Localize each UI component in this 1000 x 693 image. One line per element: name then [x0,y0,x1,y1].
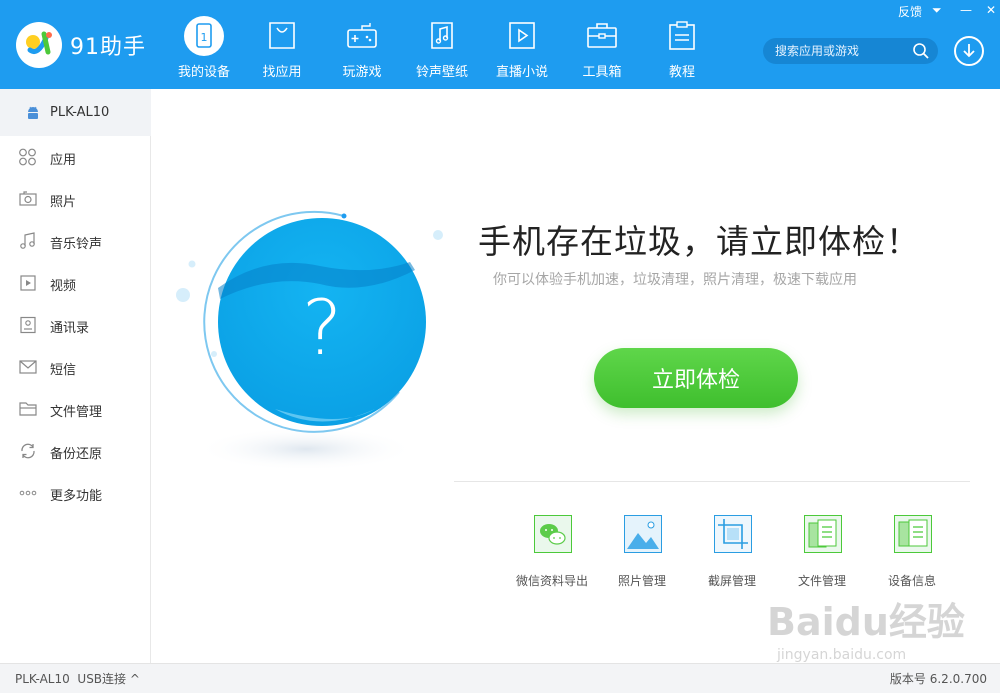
nav-my-device[interactable]: 1 我的设备 [164,0,244,89]
sidebar-item-photos[interactable]: 照片 [0,178,150,220]
watermark-text: Baidu经验 [767,600,965,644]
app-title: 91助手 [70,35,146,60]
tool-device-info[interactable]: 设备信息 [867,515,957,595]
sidebar-item-label: 音乐铃声 [50,237,103,252]
phone-icon: 1 [184,16,224,56]
device-info-icon [894,515,932,553]
nav-games[interactable]: 玩游戏 [322,0,402,89]
sidebar-item-label: 更多功能 [50,489,103,504]
sidebar-item-label: 照片 [50,195,77,210]
main-nav: 1 我的设备 找应用 玩游戏 铃声壁纸 直播小说 工具箱 教程 [164,0,722,89]
photo-icon [624,515,662,553]
sidebar-item-label: 通讯录 [50,321,90,336]
sidebar-item-music[interactable]: 音乐铃声 [0,220,150,262]
check-now-button[interactable]: 立即体检 [594,348,798,408]
sidebar-item-label: 视频 [50,279,77,294]
sidebar-item-label: 应用 [50,153,77,168]
contacts-icon [18,316,38,334]
music-icon [18,232,38,250]
screenshot-icon [714,515,752,553]
music-note-icon [422,16,462,56]
status-connection: USB连接 ^ [77,672,140,686]
more-icon [18,484,38,502]
search-input[interactable] [775,42,905,60]
camera-icon [18,190,38,208]
logo-badge-icon [16,22,62,68]
wechat-icon [534,515,572,553]
tool-label: 截屏管理 [707,574,756,588]
nav-label: 工具箱 [582,65,622,80]
apps-grid-icon [18,148,38,166]
quick-tools: 微信资料导出 照片管理 截屏管理 文件管理 设备信息 [507,515,957,595]
connection-status[interactable]: PLK-AL10 USB连接 ^ [15,670,140,687]
tool-screenshot-manage[interactable]: 截屏管理 [687,515,777,595]
minimize-icon[interactable]: — [960,3,972,17]
sidebar-item-sms[interactable]: 短信 [0,346,150,388]
tool-file-manage[interactable]: 文件管理 [777,515,867,595]
nav-tutorials[interactable]: 教程 [642,0,722,89]
nav-ringtones-wallpapers[interactable]: 铃声壁纸 [402,0,482,89]
tool-photo-manage[interactable]: 照片管理 [597,515,687,595]
nav-label: 玩游戏 [342,65,382,80]
main-panel: ? 手机存在垃圾，请立即体检！ 你可以体验手机加速，垃圾清理，照片清理，极速下载… [152,89,1000,663]
baidu-jingyan-watermark: Baidu经验 jingyan.baidu.com [767,600,965,663]
section-divider [454,481,970,482]
sidebar-item-backup[interactable]: 备份还原 [0,430,150,472]
search-box [763,38,938,64]
sidebar-item-label: 短信 [50,363,77,378]
play-icon [502,16,542,56]
menu-dropdown-icon[interactable]: ⏷ [932,3,942,18]
nav-label: 教程 [668,65,695,80]
device-name: PLK-AL10 [50,105,110,120]
tool-wechat-export[interactable]: 微信资料导出 [507,515,597,595]
watermark-url: jingyan.baidu.com [776,647,906,663]
status-device-name: PLK-AL10 [15,672,70,686]
video-icon [18,274,38,292]
phone-health-globe-illustration: ? [176,210,443,471]
tool-label: 照片管理 [617,574,666,588]
file-manager-icon [804,515,842,553]
app-logo: 91助手 [16,22,146,68]
sidebar: PLK-AL10 应用 照片 音乐铃声 视频 通讯录 短信 文件管理 备份还原 … [0,89,151,663]
status-bar: PLK-AL10 USB连接 ^ 版本号 6.2.0.700 [0,663,1000,693]
version-label: 版本号 [889,672,926,686]
sync-icon [18,442,38,460]
feedback-link[interactable]: 反馈 [898,3,922,20]
top-header: 91助手 1 我的设备 找应用 玩游戏 铃声壁纸 直播小说 工具箱 教程 反馈 … [0,0,1000,89]
nav-label: 我的设备 [177,65,230,80]
nav-label: 找应用 [262,65,302,80]
gamepad-icon [342,16,382,56]
close-icon[interactable]: ✕ [986,3,996,17]
clipboard-icon [662,16,702,56]
version-info: 版本号 6.2.0.700 [890,670,987,687]
nav-find-apps[interactable]: 找应用 [242,0,322,89]
envelope-icon [18,358,38,376]
sidebar-item-label: 文件管理 [50,405,103,420]
toolbox-icon [582,16,622,56]
nav-live-novels[interactable]: 直播小说 [482,0,562,89]
question-mark: ? [302,283,342,372]
version-number: 6.2.0.700 [929,672,987,686]
nav-label: 直播小说 [495,65,548,80]
sidebar-item-more[interactable]: 更多功能 [0,472,150,514]
sidebar-item-contacts[interactable]: 通讯录 [0,304,150,346]
page-subline: 你可以体验手机加速，垃圾清理，照片清理，极速下载应用 [493,272,857,288]
page-headline: 手机存在垃圾，请立即体检！ [478,222,920,261]
sidebar-item-apps[interactable]: 应用 [0,136,150,178]
sidebar-item-label: 备份还原 [50,447,103,462]
shopping-bag-icon [262,16,302,56]
search-icon[interactable] [912,42,930,64]
sidebar-device[interactable]: PLK-AL10 [0,89,151,136]
download-icon[interactable] [954,36,984,66]
sidebar-item-files[interactable]: 文件管理 [0,388,150,430]
svg-text:1: 1 [201,31,208,44]
nav-label: 铃声壁纸 [415,65,468,80]
tool-label: 微信资料导出 [515,574,588,588]
android-icon [26,105,40,124]
nav-toolbox[interactable]: 工具箱 [562,0,642,89]
sidebar-item-video[interactable]: 视频 [0,262,150,304]
folder-icon [18,400,38,418]
